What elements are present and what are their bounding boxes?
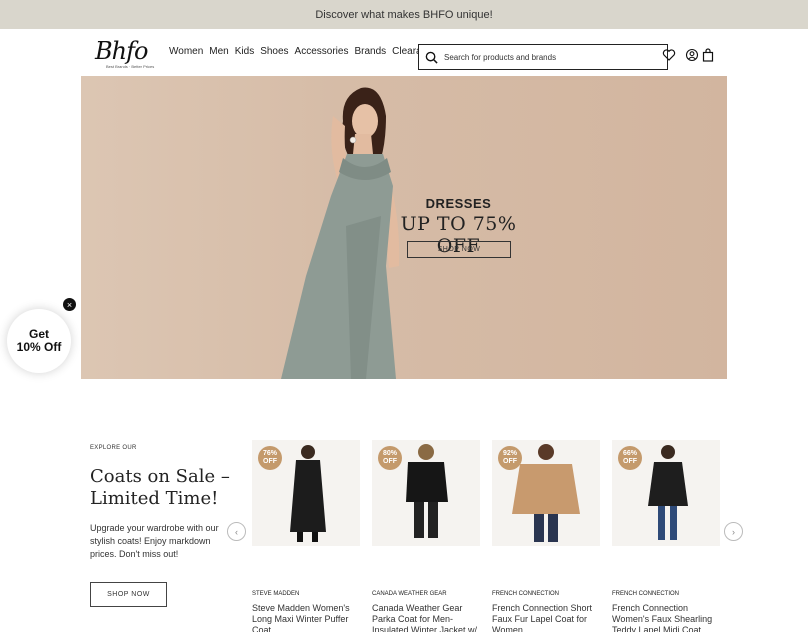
search-bar[interactable] [418, 44, 668, 70]
carousel-prev-button[interactable]: ‹ [227, 522, 246, 541]
badge-value: 80% [382, 450, 397, 457]
nav-item-kids[interactable]: Kids [235, 46, 254, 57]
coats-promo: EXPLORE OUR Coats on Sale – Limited Time… [90, 445, 230, 561]
badge-value: 76% [262, 450, 277, 457]
product-image[interactable]: 66% OFF [612, 440, 720, 546]
badge-value: 92% [502, 450, 517, 457]
heart-icon[interactable] [662, 48, 676, 62]
badge-off: OFF [503, 458, 517, 465]
hero-title: DRESSES [425, 196, 492, 211]
discount-badge: 80% OFF [378, 446, 402, 470]
product-image[interactable]: 92% OFF [492, 440, 600, 546]
badge-value: 66% [622, 450, 637, 457]
promo-bar[interactable]: Discover what makes BHFO unique! [0, 0, 808, 29]
product-brand[interactable]: FRENCH CONNECTION [612, 591, 720, 597]
product-name[interactable]: French Connection Short Faux Fur Lapel C… [492, 603, 600, 632]
carousel-next-button[interactable]: › [724, 522, 743, 541]
nav-item-accessories[interactable]: Accessories [295, 46, 349, 57]
promo-title: Coats on Sale – Limited Time! [90, 466, 230, 509]
promo-shop-now-button[interactable]: SHOP NOW [90, 582, 167, 607]
product-brand[interactable]: STEVE MADDEN [252, 591, 360, 597]
product-card[interactable]: 76% OFF STEVE MADDEN Steve Madden Women'… [252, 440, 360, 632]
product-brand[interactable]: CANADA WEATHER GEAR [372, 591, 480, 597]
search-input[interactable] [444, 52, 644, 62]
promo-eyebrow: EXPLORE OUR [90, 445, 137, 451]
header: Bhfo Best Brands · Better Prices Women M… [0, 29, 808, 76]
discount-popup[interactable]: Get 10% Off [7, 309, 71, 373]
hero-shop-now-button[interactable]: SHOP NOW [407, 241, 511, 258]
product-card[interactable]: 92% OFF FRENCH CONNECTION French Connect… [492, 440, 600, 632]
logo[interactable]: Bhfo Best Brands · Better Prices [92, 37, 154, 73]
nav-item-brands[interactable]: Brands [354, 46, 386, 57]
discount-badge: 76% OFF [258, 446, 282, 470]
product-name[interactable]: Canada Weather Gear Parka Coat for Men- … [372, 603, 480, 632]
badge-off: OFF [383, 458, 397, 465]
bag-icon[interactable] [701, 48, 715, 62]
search-icon[interactable] [425, 51, 438, 64]
promo-description: Upgrade your wardrobe with our stylish c… [90, 523, 219, 559]
product-name[interactable]: Steve Madden Women's Long Maxi Winter Pu… [252, 603, 360, 632]
nav-item-shoes[interactable]: Shoes [260, 46, 288, 57]
nav-item-men[interactable]: Men [209, 46, 228, 57]
product-brand[interactable]: FRENCH CONNECTION [492, 591, 600, 597]
product-card[interactable]: 66% OFF FRENCH CONNECTION French Connect… [612, 440, 720, 632]
discount-badge: 92% OFF [498, 446, 522, 470]
badge-off: OFF [263, 458, 277, 465]
product-card[interactable]: 80% OFF CANADA WEATHER GEAR Canada Weath… [372, 440, 480, 632]
product-image[interactable]: 80% OFF [372, 440, 480, 546]
discount-badge: 66% OFF [618, 446, 642, 470]
badge-off: OFF [623, 458, 637, 465]
product-name[interactable]: French Connection Women's Faux Shearling… [612, 603, 720, 632]
close-icon[interactable]: × [63, 298, 76, 311]
logo-wordmark: Bhfo [95, 37, 148, 65]
logo-tagline: Best Brands · Better Prices [106, 64, 155, 69]
nav-item-women[interactable]: Women [169, 46, 203, 57]
popup-line-2: 10% Off [16, 340, 62, 354]
hero-banner[interactable]: DRESSES UP TO 75% OFF SHOP NOW [81, 76, 727, 379]
account-icon[interactable] [685, 48, 699, 62]
product-image[interactable]: 76% OFF [252, 440, 360, 546]
promo-bar-text[interactable]: Discover what makes BHFO unique! [315, 9, 492, 21]
main-nav: Women Men Kids Shoes Accessories Brands … [169, 46, 438, 57]
